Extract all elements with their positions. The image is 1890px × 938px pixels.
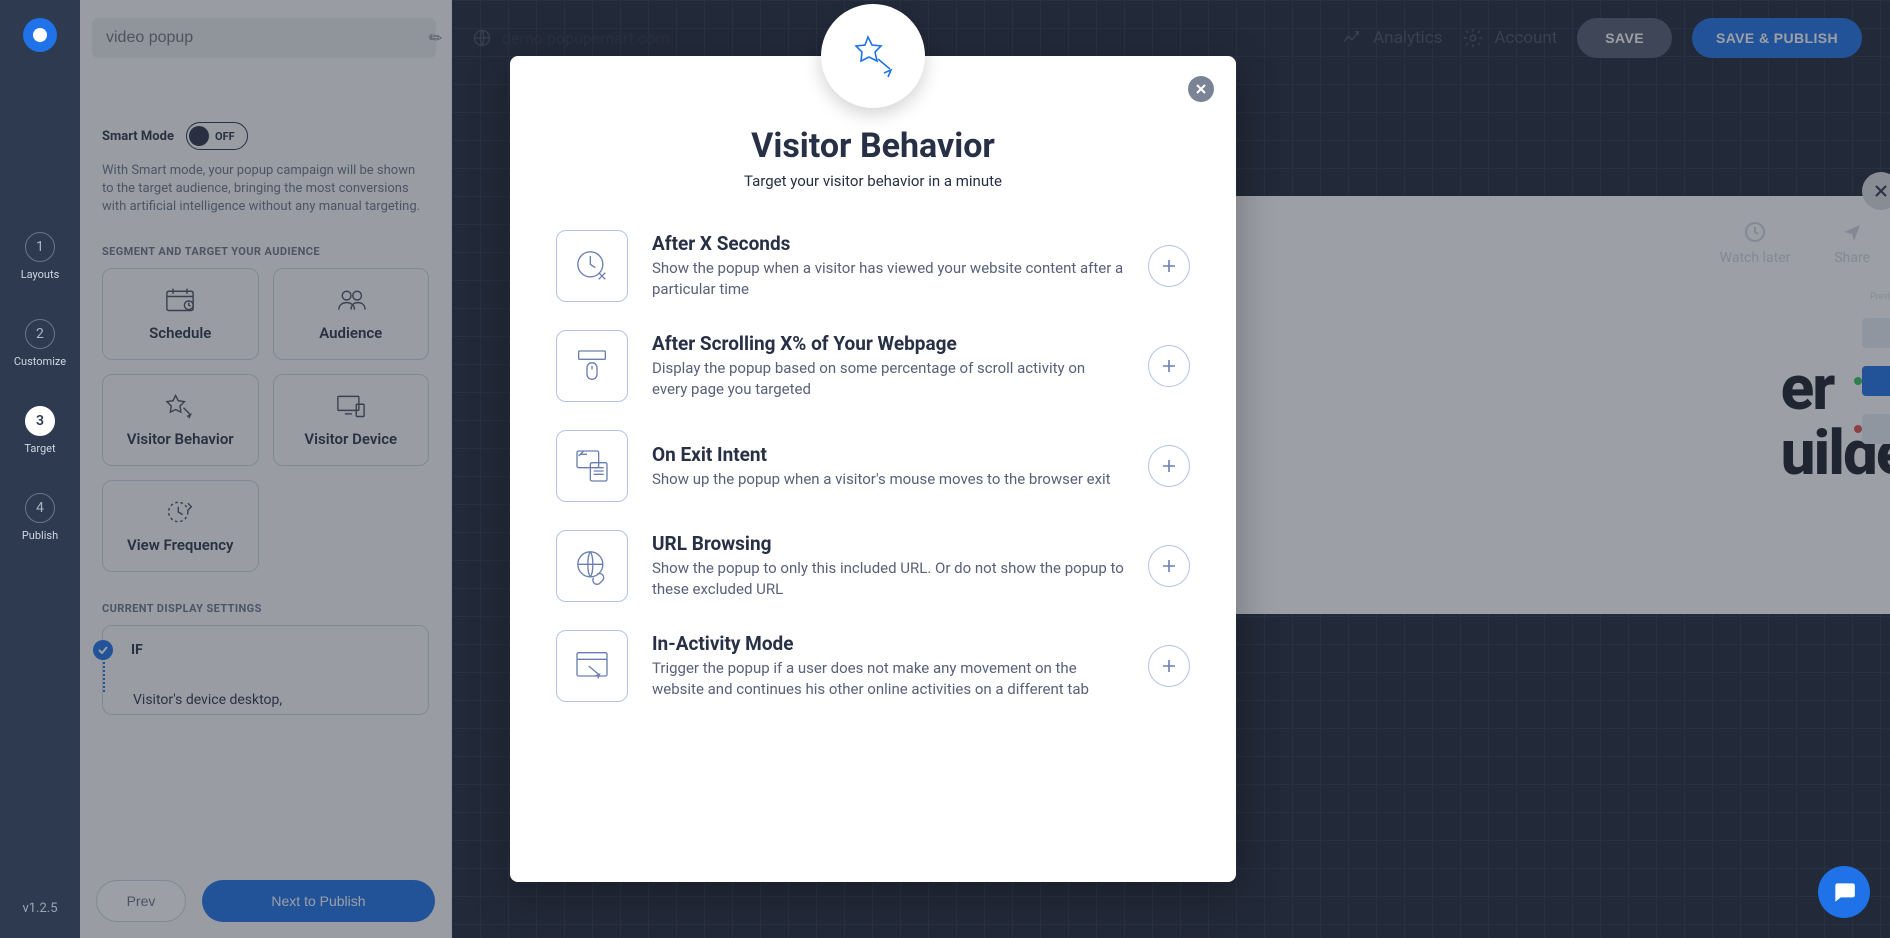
- chat-icon: [1831, 879, 1857, 905]
- plus-icon: [1161, 458, 1177, 474]
- opt-url-browsing: URL Browsing Show the popup to only this…: [556, 516, 1190, 616]
- plus-icon: [1161, 658, 1177, 674]
- rail-step-publish[interactable]: 4 Publish: [22, 493, 58, 542]
- rail-step-layouts[interactable]: 1 Layouts: [21, 232, 60, 281]
- opt-exit-intent: On Exit Intent Show up the popup when a …: [556, 416, 1190, 516]
- clock-x-icon: [556, 230, 628, 302]
- nav-rail: 1 Layouts 2 Customize 3 Target 4 Publish…: [0, 0, 80, 938]
- modal-close-button[interactable]: [1188, 76, 1214, 102]
- rail-step-customize[interactable]: 2 Customize: [14, 319, 66, 368]
- add-inactivity[interactable]: [1148, 645, 1190, 687]
- globe-link-icon: [556, 530, 628, 602]
- close-icon: [1195, 83, 1207, 95]
- add-after-scroll[interactable]: [1148, 345, 1190, 387]
- scroll-icon: [556, 330, 628, 402]
- app-logo[interactable]: [23, 18, 57, 52]
- opt-after-x-seconds: After X Seconds Show the popup when a vi…: [556, 216, 1190, 316]
- star-cursor-icon: [848, 31, 898, 81]
- modal-title: Visitor Behavior: [556, 126, 1190, 166]
- add-url-browsing[interactable]: [1148, 545, 1190, 587]
- opt-after-scroll: After Scrolling X% of Your Webpage Displ…: [556, 316, 1190, 416]
- modal-subtitle: Target your visitor behavior in a minute: [556, 172, 1190, 190]
- visitor-behavior-modal: Visitor Behavior Target your visitor beh…: [510, 56, 1236, 882]
- plus-icon: [1161, 358, 1177, 374]
- inactivity-icon: [556, 630, 628, 702]
- opt-inactivity: In-Activity Mode Trigger the popup if a …: [556, 616, 1190, 716]
- add-after-x-seconds[interactable]: [1148, 245, 1190, 287]
- modal-badge-icon: [821, 4, 925, 108]
- add-exit-intent[interactable]: [1148, 445, 1190, 487]
- chat-widget[interactable]: [1818, 866, 1870, 918]
- app-version: v1.2.5: [22, 901, 57, 916]
- rail-step-target[interactable]: 3 Target: [24, 406, 55, 455]
- plus-icon: [1161, 558, 1177, 574]
- exit-intent-icon: [556, 430, 628, 502]
- plus-icon: [1161, 258, 1177, 274]
